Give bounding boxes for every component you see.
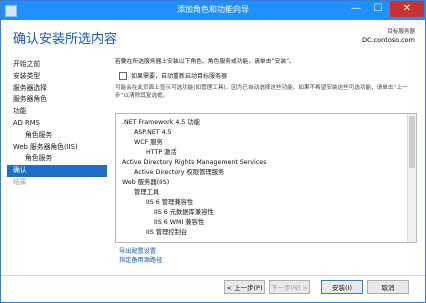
feature-item: Active Directory 权限管理服务 — [134, 169, 225, 176]
wizard-nav: 开始之前 安装类型 服务器选择 服务器角色 功能 AD RMS 角色服务 Web 服务器角色(… — [7, 59, 107, 189]
nav-item[interactable]: 安装类型 — [7, 71, 107, 83]
install-button[interactable]: 安装(I) — [321, 280, 363, 294]
intro-text: 若要在所选服务器上安装以下角色、角色服务或功能，请单击“安装”。 — [115, 59, 295, 65]
nav-item: 结果 — [13, 177, 27, 186]
nav-item[interactable]: Web 服务器角色(IIS) — [7, 142, 107, 154]
export-settings-link[interactable]: 导出配置设置 — [119, 247, 162, 256]
feature-item: IIS 6 管理兼容性 — [146, 199, 194, 206]
destination-server-label: 目标服务器 — [387, 29, 415, 35]
feature-item: IIS 管理控制台 — [146, 229, 188, 236]
feature-item: WCF 服务 — [134, 139, 163, 146]
restart-label[interactable]: 如果需要，自动重新启动目标服务器 — [131, 71, 227, 80]
optional-features-note: 可能会在此页面上显示可选功能(如管理工具)，因为已自动选择这些功能。如果不希望安… — [115, 85, 408, 99]
title-bar: 添加角色和功能向导 — ☐ ✕ — [1, 1, 425, 20]
next-button[interactable]: 下一步(N) > — [269, 280, 310, 294]
maximize-button[interactable]: ☐ — [367, 1, 389, 17]
destination-server-name: DC.contoso.com — [361, 36, 415, 44]
scrollbar-thumb[interactable] — [409, 116, 415, 168]
minimize-button[interactable]: — — [345, 1, 367, 17]
nav-item[interactable]: 开始之前 — [7, 59, 107, 71]
features-scrollbar[interactable] — [407, 114, 416, 242]
nav-item[interactable]: AD RMS — [7, 118, 107, 130]
feature-item: Active Directory Rights Management Servi… — [122, 159, 267, 166]
feature-item: Web 服务器(IIS) — [122, 179, 170, 186]
links-area: 导出配置设置 指定备用源路径 — [119, 247, 162, 265]
cancel-button[interactable]: 取消 — [367, 280, 409, 294]
feature-item: HTTP 激活 — [146, 149, 177, 156]
nav-item[interactable]: 确认 — [7, 165, 107, 177]
destination-server: 目标服务器 DC.contoso.com — [362, 27, 415, 44]
nav-item[interactable]: 角色服务 — [7, 130, 107, 142]
close-button[interactable]: ✕ — [390, 1, 424, 17]
nav-item[interactable]: 功能 — [7, 106, 107, 118]
previous-button[interactable]: < 上一步(P) — [224, 280, 265, 294]
feature-item: IIS 6 元数据库兼容性 — [154, 209, 214, 216]
nav-item[interactable]: 服务器选择 — [7, 83, 107, 95]
content-pane: 若要在所选服务器上安装以下角色、角色服务或功能，请单击“安装”。 如果需要，自动… — [115, 58, 421, 100]
features-list[interactable]: .NET Framework 4.5 功能 ASP.NET 4.5 WCF 服务 HT… — [115, 113, 417, 243]
feature-item: .NET Framework 4.5 功能 — [122, 119, 201, 126]
page-title: 确认安装所选内容 — [13, 32, 118, 47]
alt-source-link[interactable]: 指定备用源路径 — [119, 256, 162, 265]
nav-item[interactable]: 角色服务 — [7, 153, 107, 165]
nav-item[interactable]: 服务器角色 — [7, 94, 107, 106]
feature-item: IIS 6 WMI 兼容性 — [154, 219, 205, 226]
feature-item: 管理工具 — [134, 189, 160, 196]
wizard-window: 添加角色和功能向导 — ☐ ✕ 确认安装所选内容 目标服务器 DC.contos… — [0, 0, 426, 303]
feature-item: ASP.NET 4.5 — [134, 129, 172, 136]
footer-divider — [1, 275, 425, 276]
restart-checkbox[interactable] — [119, 72, 127, 80]
restart-option[interactable]: 如果需要，自动重新启动目标服务器 — [115, 71, 421, 80]
